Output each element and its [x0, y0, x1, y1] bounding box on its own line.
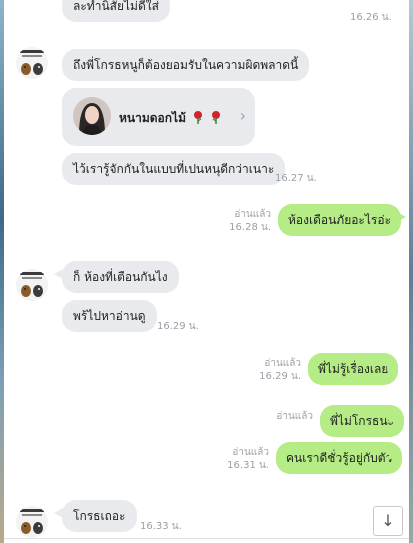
message-bubble-outgoing[interactable]: พี่ไม่รู้เรื่องเลย: [308, 353, 399, 385]
contact-photo: [73, 97, 111, 135]
message-bubble-incoming[interactable]: ละทำนิสัยไม่ดีใส่: [62, 0, 170, 22]
message-time: 16.33 น.: [140, 521, 182, 532]
arrow-down-icon: ↓: [381, 511, 395, 530]
read-receipt: อ่านแล้ว 16.29 น.: [259, 358, 301, 382]
bear-sticker-avatar-icon: [20, 272, 44, 297]
read-receipt: อ่านแล้ว: [276, 411, 313, 422]
bubble-tail: [387, 361, 396, 371]
sender-avatar[interactable]: [16, 47, 48, 79]
message-bubble-incoming[interactable]: ไว้เรารู้จักกันในแบบที่เปนหนุดีกว่าเนาะ: [62, 153, 286, 185]
message-bubble-incoming[interactable]: พร้ไปหาอ่านดู: [62, 300, 157, 332]
bear-sticker-avatar-icon: [20, 509, 44, 534]
message-bubble-incoming[interactable]: ถึงพี่โกรธหนูก็ต้องยอมรับในความผิดพลาดนี…: [62, 49, 310, 81]
read-receipt: อ่านแล้ว 16.28 น.: [229, 209, 271, 233]
chat-area[interactable]: ละทำนิสัยไม่ดีใส่ 16.26 น. ถึงพี่โกรธหนู…: [4, 0, 409, 543]
rose-emoji-icon: [212, 111, 221, 124]
sender-avatar[interactable]: [16, 269, 48, 301]
bubble-tail: [397, 212, 406, 222]
message-time: 16.27 น.: [275, 173, 317, 184]
scroll-to-bottom-button[interactable]: ↓: [373, 506, 403, 536]
message-bubble-outgoing[interactable]: ห้องเดือนภัยอะไรอ่ะ: [278, 204, 402, 236]
message-time: 16.26 น.: [350, 12, 392, 23]
contact-name: หนามดอกไม้: [119, 109, 222, 128]
chevron-right-icon: ›: [239, 106, 246, 125]
bubble-tail: [389, 413, 398, 423]
message-time: 16.29 น.: [157, 321, 199, 332]
read-receipt: อ่านแล้ว 16.31 น.: [227, 447, 269, 471]
bear-sticker-avatar-icon: [20, 50, 44, 75]
window-edge-right: [409, 0, 413, 543]
contact-card[interactable]: หนามดอกไม้ ›: [62, 88, 255, 146]
message-bubble-outgoing[interactable]: คนเราดีชั่วรู้อยู่กับตัว: [276, 442, 403, 474]
input-divider: [4, 538, 409, 539]
bubble-tail: [389, 450, 398, 460]
message-bubble-incoming[interactable]: โกรธเถอะ: [62, 500, 137, 532]
sender-avatar[interactable]: [16, 506, 48, 538]
message-bubble-incoming[interactable]: ก็ ห้องที่เตือนกันไง: [62, 261, 179, 293]
person-photo-icon: [73, 97, 111, 135]
rose-emoji-icon: [194, 111, 203, 124]
